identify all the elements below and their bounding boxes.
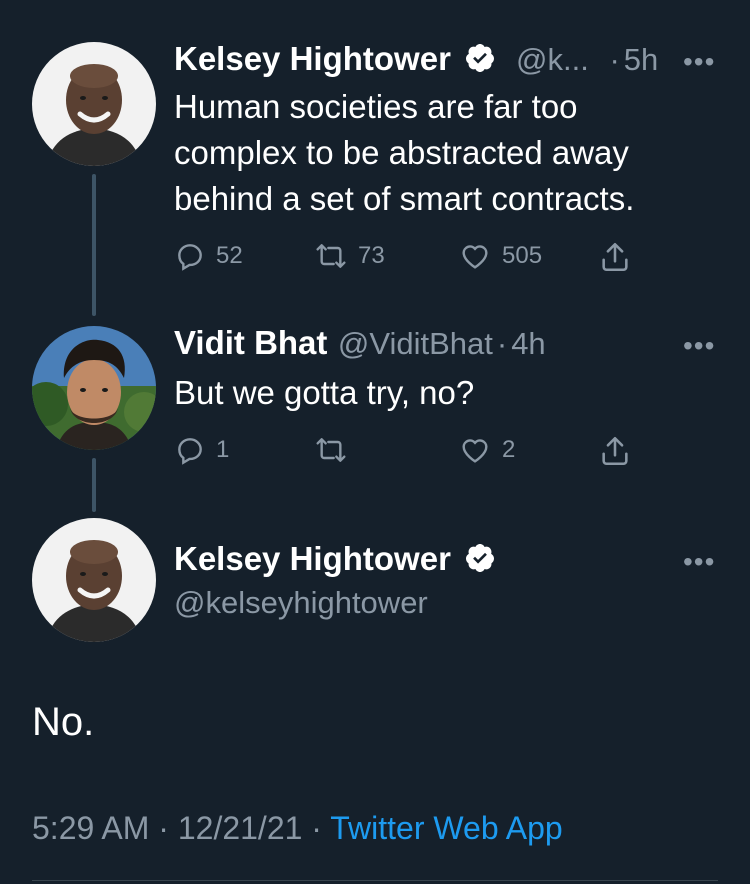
like-button[interactable]: 505 (458, 240, 542, 272)
share-button[interactable] (598, 434, 642, 468)
dot-separator: · (311, 810, 322, 846)
main-tweet-text: No. (32, 700, 95, 744)
reply-count: 52 (216, 242, 243, 269)
like-icon (462, 245, 488, 269)
retweet-button[interactable]: 73 (314, 240, 385, 272)
tweet-source-link[interactable]: Twitter Web App (330, 810, 562, 846)
reply-count: 1 (216, 436, 230, 463)
more-icon[interactable]: ••• (683, 46, 715, 78)
retweet-button[interactable] (314, 434, 358, 466)
share-icon (602, 242, 628, 272)
like-button[interactable]: 2 (458, 434, 515, 466)
main-handle[interactable]: @kelseyhightower (174, 585, 428, 621)
retweet-icon (316, 438, 346, 462)
avatar-kelsey-main[interactable] (32, 518, 156, 642)
tweet1-author-name[interactable]: Kelsey Hightower (174, 40, 496, 78)
verified-badge-icon (466, 44, 495, 72)
retweet-icon (316, 244, 346, 268)
tweet2-text-line: But we gotta try, no? (174, 374, 475, 411)
tweet2-time[interactable]: 4h (511, 326, 545, 361)
share-button[interactable] (598, 240, 642, 274)
tweet1-handle[interactable]: @k... (516, 42, 589, 77)
tweet1-text-line: complex to be abstracted away (174, 134, 629, 171)
reply-button[interactable]: 1 (174, 434, 229, 466)
tweet2-text: But we gotta try, no? (174, 370, 474, 416)
tweet-time[interactable]: 5:29 AM (32, 810, 149, 846)
tweet1-text-line: Human societies are far too (174, 88, 578, 125)
reply-button[interactable]: 52 (174, 240, 243, 272)
tweet1-handle-time[interactable]: @k... · 5h (516, 42, 658, 78)
dot-separator: · (158, 810, 169, 846)
avatar-kelsey-1[interactable] (32, 42, 156, 166)
tweet2-author-name[interactable]: Vidit Bhat (174, 324, 327, 361)
tweet1-text-line: behind a set of smart contracts. (174, 180, 635, 217)
reply-icon (178, 244, 202, 271)
verified-badge-icon (466, 544, 495, 572)
tweet-date[interactable]: 12/21/21 (178, 810, 303, 846)
like-count: 2 (502, 436, 516, 463)
author-name-text[interactable]: Kelsey Hightower (174, 540, 451, 577)
thread-line (92, 458, 96, 512)
tweet1-text: Human societies are far too complex to b… (174, 84, 634, 222)
share-icon (602, 436, 628, 466)
dot-separator: · (496, 326, 508, 361)
dot-separator: · (609, 42, 620, 77)
thread-line (92, 174, 96, 316)
tweet1-time[interactable]: 5h (624, 42, 658, 77)
tweet2-handle[interactable]: @ViditBhat (338, 326, 493, 361)
divider (32, 880, 718, 881)
author-name-text[interactable]: Kelsey Hightower (174, 40, 451, 77)
avatar-vidit[interactable] (32, 326, 156, 450)
tweet-metadata: 5:29 AM · 12/21/21 · Twitter Web App (32, 810, 563, 847)
reply-icon (178, 438, 202, 465)
more-icon[interactable]: ••• (683, 546, 715, 578)
main-author-name[interactable]: Kelsey Hightower (174, 540, 496, 578)
like-count: 505 (502, 242, 543, 269)
more-icon[interactable]: ••• (683, 330, 715, 362)
retweet-count: 73 (358, 242, 385, 269)
like-icon (462, 439, 488, 463)
tweet2-header: Vidit Bhat @ViditBhat · 4h (174, 324, 546, 362)
